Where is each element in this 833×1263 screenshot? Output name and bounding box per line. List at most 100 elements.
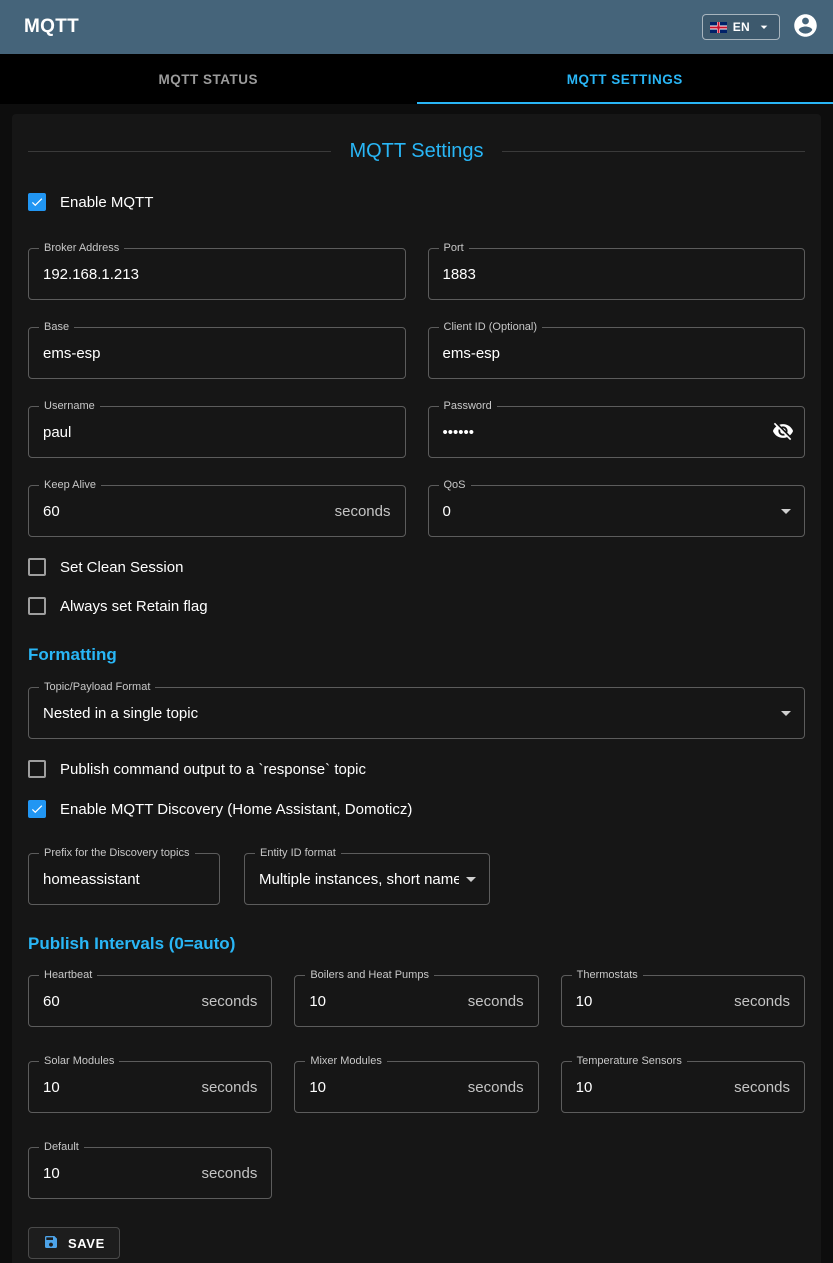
client-id-label: Client ID (Optional) xyxy=(439,321,543,334)
interval-default-field: Default seconds xyxy=(28,1147,272,1199)
interval-default-unit: seconds xyxy=(201,1165,271,1182)
interval-default-label: Default xyxy=(39,1141,84,1154)
port-input[interactable] xyxy=(429,249,805,299)
interval-solar-input[interactable] xyxy=(29,1062,201,1112)
keep-alive-input[interactable] xyxy=(29,486,335,536)
interval-boilers-unit: seconds xyxy=(468,993,538,1010)
app-bar: MQTT EN xyxy=(0,0,833,54)
qos-label: QoS xyxy=(439,479,471,492)
interval-boilers-label: Boilers and Heat Pumps xyxy=(305,969,434,982)
language-selector-button[interactable]: EN xyxy=(702,14,780,40)
interval-boilers-input[interactable] xyxy=(295,976,467,1026)
dropdown-arrow-icon xyxy=(459,867,483,891)
interval-heartbeat-label: Heartbeat xyxy=(39,969,97,982)
enable-mqtt-checkbox[interactable]: Enable MQTT xyxy=(28,192,805,212)
checkbox-unchecked-icon xyxy=(28,597,46,615)
username-label: Username xyxy=(39,400,100,413)
broker-address-input[interactable] xyxy=(29,249,405,299)
username-field: Username xyxy=(28,406,406,458)
password-input[interactable] xyxy=(429,407,773,457)
interval-thermostats-field: Thermostats seconds xyxy=(561,975,805,1027)
broker-address-label: Broker Address xyxy=(39,242,124,255)
discovery-prefix-input[interactable] xyxy=(29,854,219,904)
page-title: MQTT Settings xyxy=(28,138,805,164)
checkbox-checked-icon xyxy=(28,800,46,818)
interval-temperature-input[interactable] xyxy=(562,1062,734,1112)
interval-temperature-field: Temperature Sensors seconds xyxy=(561,1061,805,1113)
publish-response-checkbox[interactable]: Publish command output to a `response` t… xyxy=(28,759,805,779)
settings-card: MQTT Settings Enable MQTT Broker Address… xyxy=(12,114,821,1263)
dropdown-arrow-icon xyxy=(774,701,798,725)
tab-mqtt-status[interactable]: MQTT STATUS xyxy=(0,54,417,104)
discovery-label: Enable MQTT Discovery (Home Assistant, D… xyxy=(60,801,412,818)
save-button-label: SAVE xyxy=(68,1236,105,1251)
app-bar-actions: EN xyxy=(702,12,819,42)
username-input[interactable] xyxy=(29,407,405,457)
publish-intervals-heading: Publish Intervals (0=auto) xyxy=(28,933,805,955)
entity-id-format-select[interactable]: Entity ID format Multiple instances, sho… xyxy=(244,853,490,905)
save-icon xyxy=(43,1234,59,1253)
publish-intervals-grid: Heartbeat seconds Boilers and Heat Pumps… xyxy=(28,975,805,1199)
interval-solar-unit: seconds xyxy=(201,1079,271,1096)
tab-bar: MQTT STATUS MQTT SETTINGS xyxy=(0,54,833,104)
keep-alive-unit: seconds xyxy=(335,503,405,520)
discovery-fields: Prefix for the Discovery topics Entity I… xyxy=(28,853,805,905)
enable-mqtt-label: Enable MQTT xyxy=(60,194,153,211)
broker-address-field: Broker Address xyxy=(28,248,406,300)
checkbox-unchecked-icon xyxy=(28,760,46,778)
save-button[interactable]: SAVE xyxy=(28,1227,120,1259)
formatting-heading: Formatting xyxy=(28,644,805,666)
interval-solar-label: Solar Modules xyxy=(39,1055,119,1068)
keep-alive-label: Keep Alive xyxy=(39,479,101,492)
base-label: Base xyxy=(39,321,74,334)
base-input[interactable] xyxy=(29,328,405,378)
base-field: Base xyxy=(28,327,406,379)
language-label: EN xyxy=(733,20,750,34)
password-label: Password xyxy=(439,400,497,413)
discovery-prefix-label: Prefix for the Discovery topics xyxy=(39,847,195,860)
interval-default-input[interactable] xyxy=(29,1148,201,1198)
checkbox-checked-icon xyxy=(28,193,46,211)
entity-id-format-value: Multiple instances, short name xyxy=(245,871,459,888)
password-field: Password xyxy=(428,406,806,458)
interval-mixer-unit: seconds xyxy=(468,1079,538,1096)
tab-mqtt-settings[interactable]: MQTT SETTINGS xyxy=(417,54,833,104)
retain-flag-label: Always set Retain flag xyxy=(60,598,208,615)
dropdown-arrow-icon xyxy=(774,499,798,523)
connection-fields: Broker Address Port Base Client ID (Opti… xyxy=(28,248,805,537)
interval-mixer-label: Mixer Modules xyxy=(305,1055,387,1068)
interval-heartbeat-field: Heartbeat seconds xyxy=(28,975,272,1027)
interval-mixer-field: Mixer Modules seconds xyxy=(294,1061,538,1113)
keep-alive-field: Keep Alive seconds xyxy=(28,485,406,537)
topic-format-value: Nested in a single topic xyxy=(29,705,774,722)
chevron-down-icon xyxy=(756,19,772,35)
app-title: MQTT xyxy=(24,16,79,38)
interval-temperature-unit: seconds xyxy=(734,1079,804,1096)
interval-mixer-input[interactable] xyxy=(295,1062,467,1112)
topic-format-select[interactable]: Topic/Payload Format Nested in a single … xyxy=(28,687,805,739)
account-button[interactable] xyxy=(792,12,819,42)
interval-heartbeat-input[interactable] xyxy=(29,976,201,1026)
qos-value: 0 xyxy=(429,503,775,520)
publish-response-label: Publish command output to a `response` t… xyxy=(60,761,366,778)
clean-session-checkbox[interactable]: Set Clean Session xyxy=(28,557,805,577)
interval-boilers-field: Boilers and Heat Pumps seconds xyxy=(294,975,538,1027)
client-id-field: Client ID (Optional) xyxy=(428,327,806,379)
retain-flag-checkbox[interactable]: Always set Retain flag xyxy=(28,596,805,616)
discovery-checkbox[interactable]: Enable MQTT Discovery (Home Assistant, D… xyxy=(28,799,805,819)
client-id-input[interactable] xyxy=(429,328,805,378)
password-visibility-toggle[interactable] xyxy=(772,420,804,445)
account-circle-icon xyxy=(792,12,819,42)
checkbox-unchecked-icon xyxy=(28,558,46,576)
interval-thermostats-input[interactable] xyxy=(562,976,734,1026)
topic-format-label: Topic/Payload Format xyxy=(39,681,155,694)
visibility-off-icon xyxy=(772,420,794,445)
interval-thermostats-label: Thermostats xyxy=(572,969,643,982)
interval-thermostats-unit: seconds xyxy=(734,993,804,1010)
qos-select[interactable]: QoS 0 xyxy=(428,485,806,537)
interval-solar-field: Solar Modules seconds xyxy=(28,1061,272,1113)
port-label: Port xyxy=(439,242,469,255)
interval-heartbeat-unit: seconds xyxy=(201,993,271,1010)
discovery-prefix-field: Prefix for the Discovery topics xyxy=(28,853,220,905)
uk-flag-icon xyxy=(710,22,727,33)
